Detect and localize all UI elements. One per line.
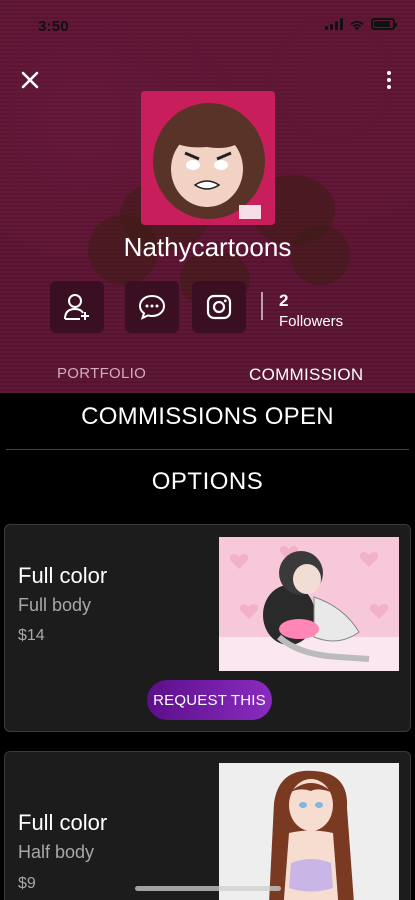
option-price: $9 [18,875,36,892]
status-time: 3:50 [38,18,69,35]
profile-header: 3:50 Nathycartoons 2 Followers PORTFOLIO… [0,0,415,393]
options-heading: OPTIONS [151,468,264,495]
followers-count: 2 [279,291,289,310]
profile-name: Nathycartoons [123,232,292,262]
commissions-status: COMMISSIONS OPEN [81,403,334,430]
add-user-icon [64,294,89,320]
message-button[interactable] [125,281,179,333]
more-vertical-icon [387,71,391,75]
option-title: Full color [18,563,108,588]
more-options-button[interactable] [373,64,405,96]
signal-icon [325,18,343,30]
close-icon [21,71,39,89]
tab-portfolio[interactable]: PORTFOLIO [57,365,146,382]
followers-label: Followers [279,313,344,330]
option-subtitle: Full body [18,595,92,615]
option-example-image [219,537,399,671]
tab-commission[interactable]: COMMISSION [249,365,363,385]
instagram-button[interactable] [192,281,246,333]
option-example-image [219,763,399,900]
close-button[interactable] [14,64,46,96]
commission-option-card: Full color Full body $14 REQUEST THIS [4,524,411,732]
divider [261,292,263,320]
option-subtitle: Half body [18,842,95,862]
option-title: Full color [18,810,108,835]
wifi-icon [349,18,365,31]
status-icons [325,18,397,31]
option-price: $14 [18,627,45,644]
commission-option-card: Full color Half body $9 [4,751,411,900]
divider [6,449,409,450]
status-bar: 3:50 [0,0,415,50]
home-indicator [135,886,281,891]
request-button[interactable]: REQUEST THIS [147,680,272,720]
instagram-icon [206,294,232,320]
chat-bubble-icon [138,294,166,320]
avatar [141,91,275,225]
follow-button[interactable] [50,281,104,333]
battery-icon [371,18,397,30]
